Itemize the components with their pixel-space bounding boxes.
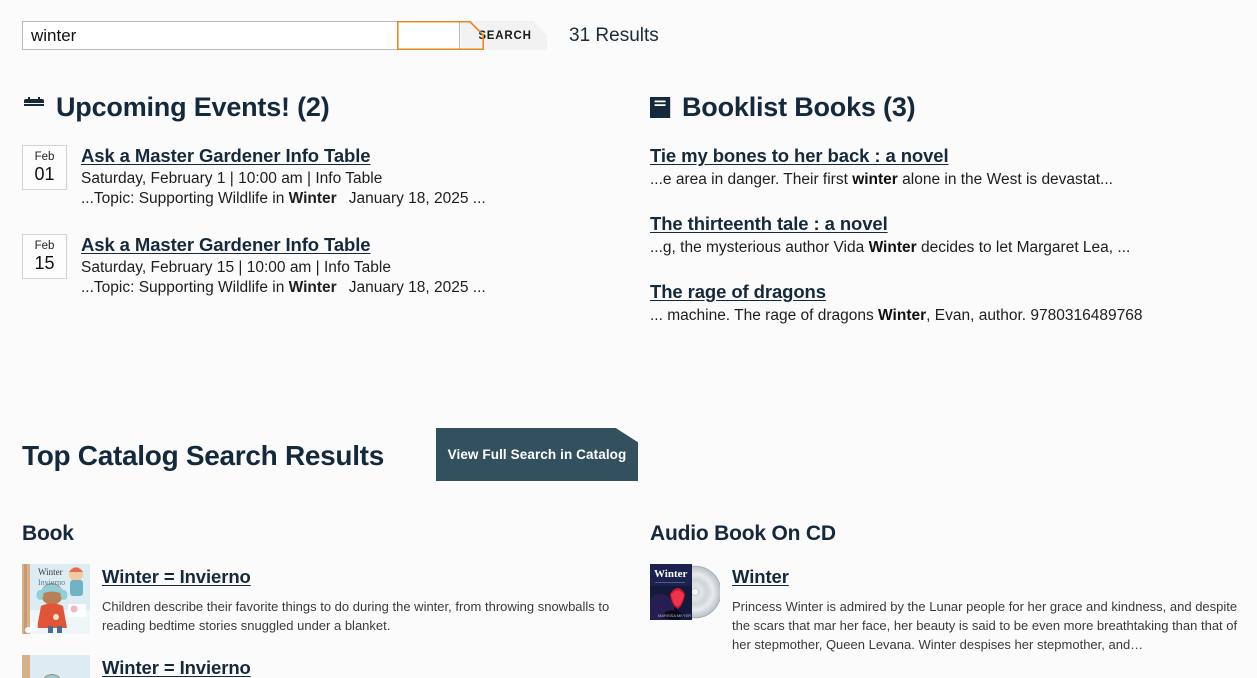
catalog-result-item[interactable]: Winter MARISSA MEYER Winter Princess Win… — [650, 564, 1250, 654]
booklist-snippet-pre: ... machine. The rage of dragons — [650, 307, 879, 324]
search-input[interactable] — [22, 21, 460, 50]
booklist-title-link[interactable]: The thirteenth tale : a novel — [650, 213, 888, 235]
event-list-item[interactable]: Feb 01 Ask a Master Gardener Info Table … — [22, 145, 622, 208]
event-meta-sep-2: | — [302, 170, 316, 187]
event-kind-text: Info Table — [315, 170, 383, 187]
results-count: 31 Results — [569, 24, 659, 46]
event-title-link[interactable]: Ask a Master Gardener Info Table — [81, 145, 371, 167]
event-time-text: 10:00 am — [246, 259, 312, 276]
event-snippet: ...Topic: Supporting Wildlife in Winter J… — [81, 279, 486, 297]
svg-text:Winter: Winter — [38, 567, 63, 577]
event-details: Ask a Master Gardener Info Table Saturda… — [81, 145, 486, 208]
booklist-item[interactable]: The thirteenth tale : a novel ...g, the … — [650, 213, 1240, 257]
event-snippet-date: January 18, 2025 ... — [348, 190, 486, 207]
booklist-title-text: Booklist Books (3) — [682, 92, 916, 122]
booklist-snippet-post: alone in the West is devastat... — [897, 171, 1113, 188]
event-meta-sep-1: | — [225, 170, 239, 187]
catalog-result-details: Winter = Invierno Children describe thei… — [102, 564, 622, 635]
catalog-result-details: Winter Princess Winter is admired by the… — [732, 564, 1250, 654]
catalog-group-book: Book Winter Invierno Winter = Invierno C… — [22, 522, 622, 678]
winter-invierno-cover-art: Winter Invierno — [22, 564, 90, 634]
event-date-badge: Feb 01 — [22, 145, 67, 190]
booklist-item[interactable]: Tie my bones to her back : a novel ...e … — [650, 145, 1240, 189]
booklist-books-section: Booklist Books (3) Tie my bones to her b… — [650, 92, 1240, 349]
events-title-text: Upcoming Events! (2) — [56, 92, 330, 122]
catalog-header: Top Catalog Search Results View Full Sea… — [22, 428, 1235, 481]
catalog-heading: Top Catalog Search Results — [22, 440, 384, 471]
search-button[interactable]: SEARCH — [461, 21, 547, 50]
catalog-result-description: Children describe their favorite things … — [102, 599, 610, 634]
catalog-type-label: Audio Book On CD — [650, 522, 836, 545]
booklist-snippet-pre: ...e area in danger. Their first — [650, 171, 853, 188]
catalog-type-label: Book — [22, 522, 74, 545]
booklist-snippet-post: , Evan, author. 9780316489768 — [926, 307, 1143, 324]
event-details: Ask a Master Gardener Info Table Saturda… — [81, 234, 486, 297]
catalog-result-details: Winter = Invierno — [102, 655, 251, 678]
event-day: 15 — [34, 253, 55, 274]
svg-text:MARISSA MEYER: MARISSA MEYER — [658, 613, 691, 618]
book-icon — [650, 96, 672, 120]
event-meta-sep-2: | — [311, 259, 324, 276]
event-month: Feb — [34, 239, 55, 252]
booklist-snippet-pre: ...g, the mysterious author Vida — [650, 239, 869, 256]
booklist-snippet: ... machine. The rage of dragons Winter,… — [650, 307, 1240, 325]
booklist-snippet-post: decides to let Margaret Lea, ... — [916, 239, 1131, 256]
event-snippet-highlight: Winter — [288, 279, 337, 296]
catalog-group-audio-book: Audio Book On CD Winter MARISSA MEYER Wi… — [650, 522, 1250, 674]
winter-lunar-chronicles-cd-cover-art: Winter MARISSA MEYER — [650, 564, 720, 620]
booklist-section-title: Booklist Books (3) — [650, 92, 1240, 123]
event-meta: Saturday, February 15 | 10:00 am | Info … — [81, 259, 486, 277]
booklist-title-link[interactable]: Tie my bones to her back : a novel — [650, 145, 949, 167]
event-date-badge: Feb 15 — [22, 234, 67, 279]
book-cover-thumbnail[interactable] — [22, 655, 90, 678]
events-section-title: Upcoming Events! (2) — [22, 92, 622, 123]
event-kind-text: Info Table — [324, 259, 391, 276]
booklist-title-link[interactable]: The rage of dragons — [650, 281, 826, 303]
event-snippet-pre: ...Topic: Supporting Wildlife in — [81, 279, 289, 296]
booklist-snippet-highlight: Winter — [878, 307, 927, 324]
book-cover-thumbnail[interactable]: Winter Invierno — [22, 564, 90, 635]
event-title-link[interactable]: Ask a Master Gardener Info Table — [81, 234, 371, 256]
svg-text:Invierno: Invierno — [38, 578, 65, 587]
search-field-group: SEARCH — [22, 21, 547, 50]
event-date-text: Saturday, February 1 — [81, 170, 226, 187]
booklist-snippet: ...g, the mysterious author Vida Winter … — [650, 239, 1240, 257]
event-snippet-date: January 18, 2025 ... — [348, 279, 486, 296]
event-snippet-highlight: Winter — [288, 190, 337, 207]
event-meta-sep-1: | — [234, 259, 247, 276]
event-snippet-pre: ...Topic: Supporting Wildlife in — [81, 190, 289, 207]
view-full-search-button[interactable]: View Full Search in Catalog — [435, 428, 638, 481]
catalog-result-title-link[interactable]: Winter = Invierno — [102, 566, 251, 588]
search-results-page: SEARCH 31 Results — [0, 0, 1257, 678]
booklist-item[interactable]: The rage of dragons ... machine. The rag… — [650, 281, 1240, 325]
event-meta: Saturday, February 1 | 10:00 am | Info T… — [81, 170, 486, 188]
booklist-snippet: ...e area in danger. Their first winter … — [650, 171, 1240, 189]
booklist-snippet-highlight: winter — [852, 171, 898, 188]
event-snippet: ...Topic: Supporting Wildlife in Winter J… — [81, 190, 486, 208]
audio-book-cover-thumbnail[interactable]: Winter MARISSA MEYER — [650, 564, 720, 654]
booklist-snippet-highlight: Winter — [868, 239, 917, 256]
event-date-text: Saturday, February 15 — [81, 259, 235, 276]
event-month: Feb — [34, 150, 55, 163]
calendar-icon — [22, 96, 46, 120]
event-day: 01 — [34, 164, 55, 185]
svg-text:Winter: Winter — [654, 568, 688, 580]
event-time-text: 10:00 am — [238, 170, 303, 187]
winter-invierno-cover-art — [22, 655, 90, 678]
catalog-result-item[interactable]: Winter = Invierno — [22, 655, 622, 678]
upcoming-events-section: Upcoming Events! (2) Feb 01 Ask a Master… — [22, 92, 622, 323]
catalog-result-title-link[interactable]: Winter = Invierno — [102, 657, 251, 678]
catalog-result-item[interactable]: Winter Invierno Winter = Invierno Childr… — [22, 564, 622, 635]
event-list-item[interactable]: Feb 15 Ask a Master Gardener Info Table … — [22, 234, 622, 297]
catalog-result-description: Princess Winter is admired by the Lunar … — [732, 599, 1238, 653]
search-bar: SEARCH 31 Results — [22, 21, 659, 50]
catalog-result-title-link[interactable]: Winter — [732, 566, 789, 588]
